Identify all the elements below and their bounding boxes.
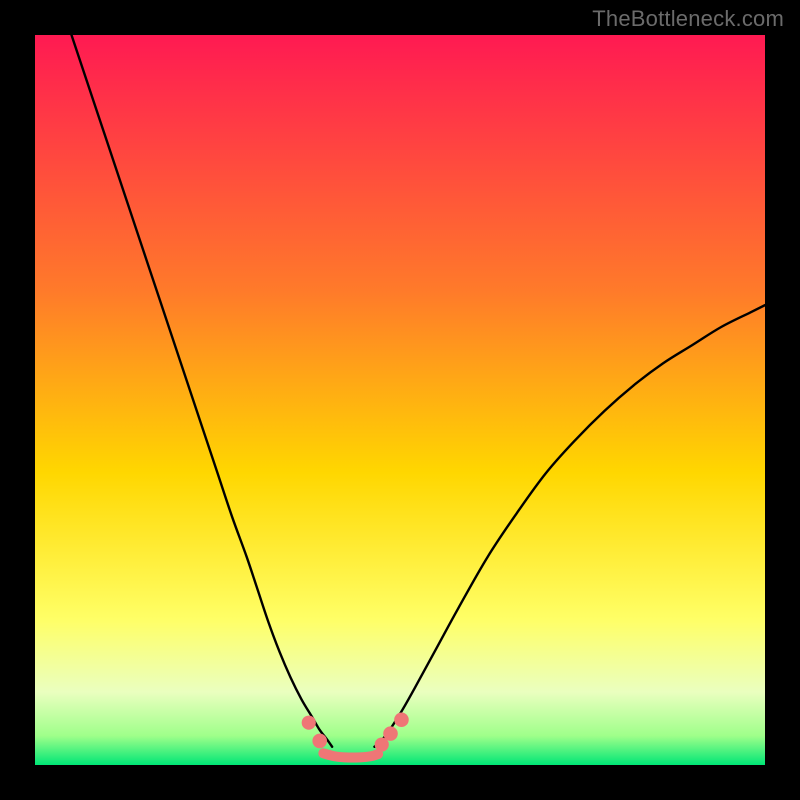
- pink-dot: [383, 726, 398, 741]
- pink-dot: [302, 716, 316, 730]
- watermark-text: TheBottleneck.com: [592, 6, 784, 32]
- pink-dot: [312, 734, 327, 749]
- chart-background: [35, 35, 765, 765]
- bottleneck-chart: [35, 35, 765, 765]
- pink-dot: [394, 712, 409, 727]
- series-bottom-pink: [323, 753, 378, 757]
